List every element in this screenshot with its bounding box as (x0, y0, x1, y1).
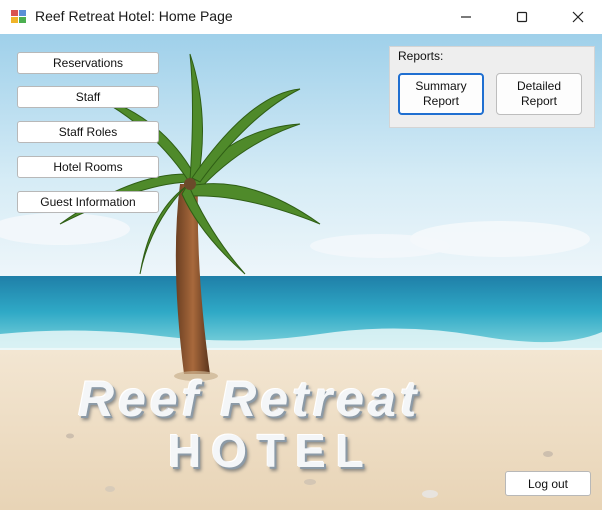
app-icon (11, 10, 26, 23)
maximize-button[interactable] (499, 0, 545, 34)
reports-label: Reports: (398, 49, 444, 63)
title-bar: Reef Retreat Hotel: Home Page (0, 0, 602, 34)
summary-report-button[interactable]: Summary Report (398, 73, 484, 115)
close-button[interactable] (555, 0, 601, 34)
close-icon (572, 11, 584, 23)
reservations-button[interactable]: Reservations (17, 52, 159, 74)
guest-information-button[interactable]: Guest Information (17, 191, 159, 213)
reports-groupbox: Reports: Summary Report Detailed Report (389, 46, 595, 128)
sand-title-line2: HOTEL (168, 425, 374, 477)
staff-button[interactable]: Staff (17, 86, 159, 108)
window-title: Reef Retreat Hotel: Home Page (35, 8, 233, 24)
minimize-icon (461, 16, 471, 18)
maximize-icon (516, 11, 528, 23)
home-background: Reef Retreat HOTEL Reservations Staff St… (0, 34, 602, 510)
sand-title-line1: Reef Retreat (78, 371, 421, 427)
logout-button[interactable]: Log out (505, 471, 591, 496)
minimize-button[interactable] (443, 0, 489, 34)
detailed-report-button[interactable]: Detailed Report (496, 73, 582, 115)
staff-roles-button[interactable]: Staff Roles (17, 121, 159, 143)
main-window: Reef Retreat Hotel: Home Page Reef Retre… (0, 0, 602, 510)
hotel-rooms-button[interactable]: Hotel Rooms (17, 156, 159, 178)
